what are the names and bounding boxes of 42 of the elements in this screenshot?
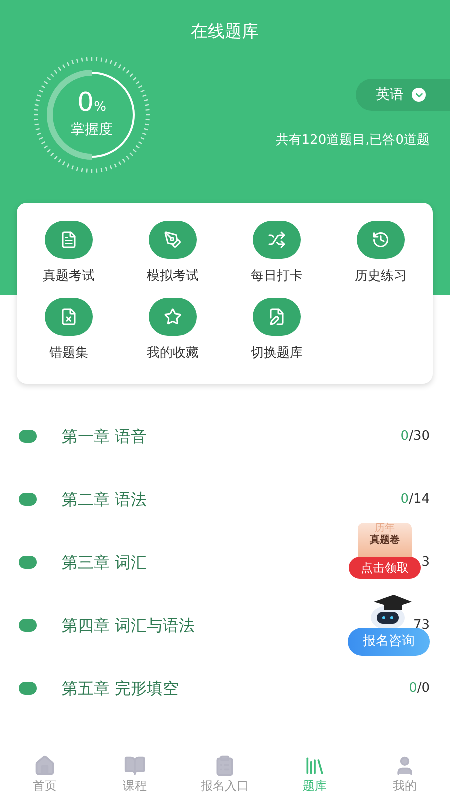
- book-icon: [124, 755, 146, 777]
- total-count: 3: [422, 554, 430, 572]
- chapter-title[interactable]: 第三章 词汇: [62, 550, 148, 574]
- claim-button[interactable]: 点击领取: [349, 557, 421, 579]
- shortcut-button[interactable]: 真题考试: [17, 221, 121, 286]
- shortcut-button[interactable]: 切换题库: [225, 298, 329, 363]
- total-count: /14: [409, 490, 430, 509]
- total-count: /0: [417, 680, 430, 698]
- books-icon: [304, 755, 326, 777]
- chapter-title[interactable]: 第一章 语音: [62, 424, 148, 448]
- answered-count: 0: [400, 428, 410, 446]
- question-summary: 共有120道题目,已答0道题: [276, 132, 431, 150]
- chapter-title[interactable]: 第二章 语法: [62, 488, 148, 512]
- history-icon: [357, 221, 405, 259]
- promo-card: 历年 真题卷: [358, 523, 412, 559]
- shortcut-button[interactable]: 我的收藏: [121, 298, 225, 363]
- subject-dropdown[interactable]: 英语: [356, 79, 450, 112]
- shortcut-button[interactable]: 每日打卡: [225, 221, 329, 286]
- home-icon: [34, 755, 56, 777]
- nav-tab[interactable]: 首页: [0, 750, 90, 800]
- answered-count: 0: [409, 680, 418, 698]
- chevron-down-icon: [412, 88, 426, 102]
- total-count: /30: [409, 428, 430, 446]
- document-pen-icon: [253, 298, 301, 336]
- mastery-percent: 0%: [78, 90, 106, 116]
- pen-nib-icon: [149, 221, 197, 259]
- shortcut-button[interactable]: 错题集: [17, 298, 121, 363]
- nav-tab[interactable]: 课程: [90, 750, 180, 800]
- document-x-icon: [45, 298, 93, 336]
- answered-count: 0: [400, 490, 410, 509]
- shortcut-button[interactable]: 历史练习: [329, 221, 433, 286]
- nav-tab[interactable]: 报名入口: [180, 750, 270, 800]
- chapter-title[interactable]: 第四章 词汇与语法: [62, 614, 196, 638]
- clipboard-icon: [214, 755, 236, 777]
- shuffle-icon: [253, 221, 301, 259]
- chapter-title[interactable]: 第五章 完形填空: [62, 676, 180, 700]
- document-icon: [45, 221, 93, 259]
- page-title: 在线题库: [190, 21, 260, 44]
- consult-button[interactable]: 报名咨询: [348, 628, 430, 656]
- mastery-label: 掌握度: [71, 120, 113, 140]
- shortcut-button[interactable]: 模拟考试: [121, 221, 225, 286]
- nav-tab[interactable]: 我的: [360, 750, 450, 800]
